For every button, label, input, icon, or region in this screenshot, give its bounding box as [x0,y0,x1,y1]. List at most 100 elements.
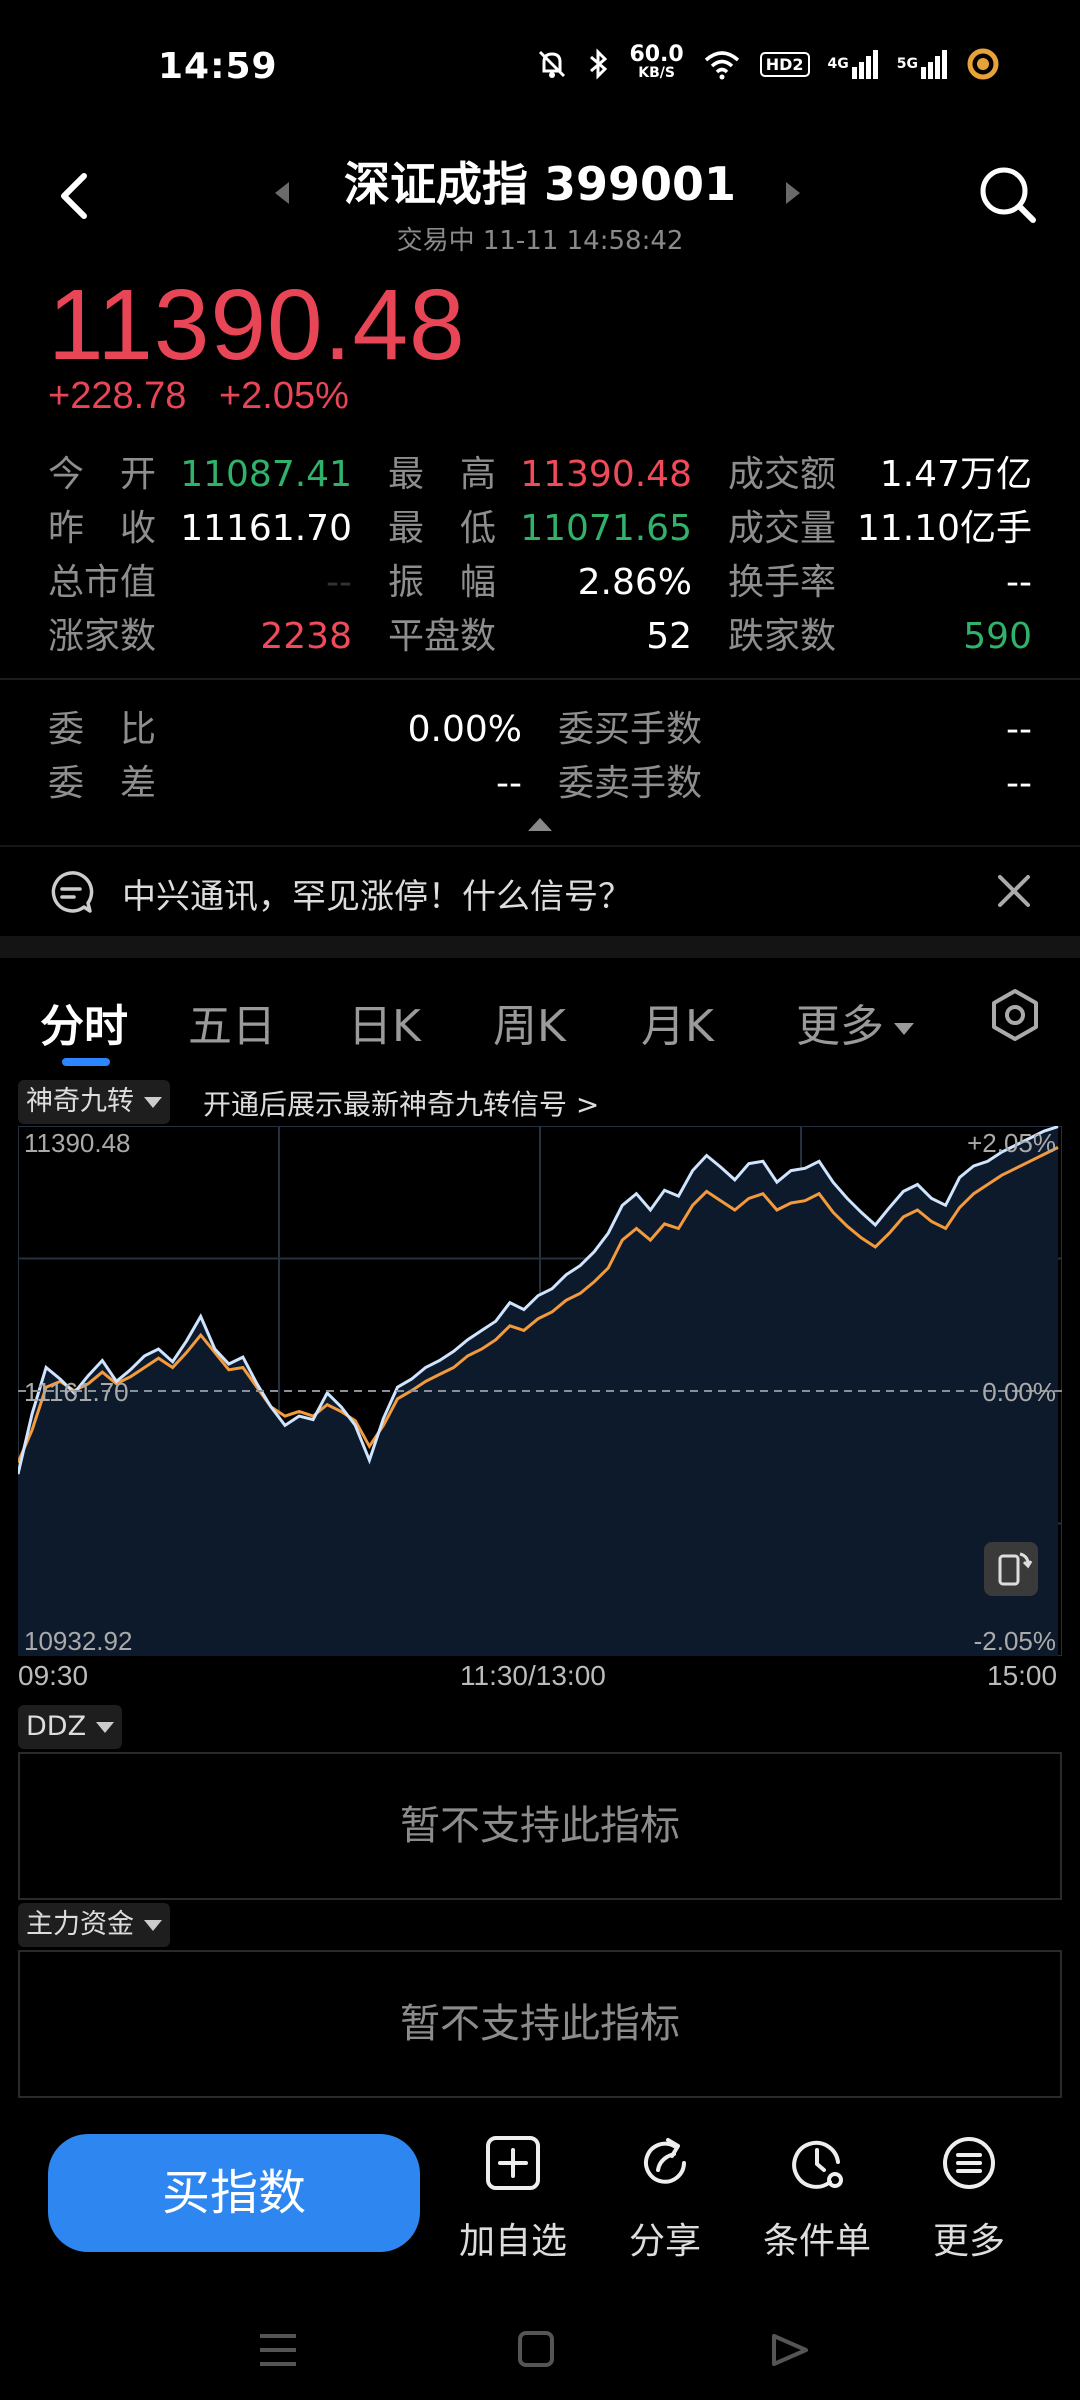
news-banner[interactable]: 中兴通讯，罕见涨停！什么信号？ [0,845,1080,937]
section-separator [0,936,1080,958]
price-change: +228.78 +2.05% [48,375,371,418]
page-title: 深证成指 399001 [343,157,737,211]
market-cap-label: 总市值 [48,562,157,603]
main-funds-selector[interactable]: 主力资金 [18,1903,170,1947]
chart-settings-button[interactable] [988,988,1042,1042]
menu-nav-icon[interactable] [260,2334,296,2366]
tab-monthly-k[interactable]: 月K [641,990,714,1054]
high-value: 11390.48 [520,454,692,495]
main-funds-panel: 暂不支持此指标 [18,1950,1062,2098]
up-count-label: 涨家数 [48,616,157,657]
indicator-hint-link[interactable]: 开通后展示最新神奇九转信号 > [203,1083,599,1123]
tab-weekly-k[interactable]: 周K [493,990,566,1054]
mute-icon [535,47,569,81]
back-nav-icon[interactable] [772,2334,808,2366]
chevron-down-icon [144,1097,162,1108]
status-bar: 14:59 60.0 KB/S HD2 4G 5G [0,0,1080,140]
chat-bubble-icon [48,869,94,915]
indicator-selector[interactable]: 神奇九转 [18,1080,170,1124]
menu-circle-icon [938,2132,1000,2194]
signal-icon-4g: 4G [828,49,879,79]
ddz-selector-label: DDZ [26,1711,87,1742]
close-icon [998,875,1030,907]
hexagon-settings-icon [992,989,1038,1041]
change-percent: +2.05% [218,375,349,417]
clock-icon [786,2132,848,2194]
commit-diff-label: 委 差 [48,763,157,804]
y-axis-top-label: 11390.48 [24,1128,131,1158]
commit-ratio-label: 委 比 [48,709,157,750]
current-price: 11390.48 [48,269,466,381]
hd-badge: HD2 [759,51,810,77]
main-funds-selector-label: 主力资金 [26,1909,134,1940]
close-news-button[interactable] [996,873,1032,909]
high-label: 最 高 [388,454,497,495]
turnover-value: -- [1006,562,1032,603]
tab-more-label: 更多 [796,1001,884,1052]
next-stock-button[interactable] [786,182,800,204]
status-time: 14:59 [158,46,278,87]
commit-buy-label: 委买手数 [558,709,703,750]
commit-sell-value: -- [1006,763,1032,804]
tab-more[interactable]: 更多 [796,990,914,1054]
low-value: 11071.65 [520,508,692,549]
more-button[interactable]: 更多 [904,2132,1034,2264]
commit-sell-label: 委卖手数 [558,763,703,804]
ddz-panel: 暂不支持此指标 [18,1752,1062,1900]
home-nav-icon[interactable] [518,2331,554,2367]
chevron-down-icon [894,1023,914,1035]
change-amount: +228.78 [48,375,187,417]
x-axis-mid-label: 11:30/13:00 [460,1660,606,1691]
chevron-down-icon [144,1920,162,1931]
net-speed: 60.0 KB/S [629,42,684,82]
prev-close-value: 11161.70 [180,508,352,549]
low-label: 最 低 [388,508,497,549]
share-icon [634,2132,696,2194]
wifi-icon [702,48,742,80]
chevron-down-icon [96,1722,115,1733]
prev-close-label: 昨 收 [48,508,157,549]
commit-buy-value: -- [1006,709,1032,750]
turnover-label: 换手率 [728,562,837,603]
tab-intraday[interactable]: 分时 [40,990,128,1054]
intraday-chart-svg [16,1125,1063,1657]
title-block: 深证成指 399001 交易中 11-11 14:58:42 [0,148,1080,257]
add-square-icon [482,2132,544,2194]
add-watchlist-button[interactable]: 加自选 [448,2132,578,2264]
pct-axis-mid-label: 0.00% [982,1377,1056,1407]
search-button[interactable] [975,162,1039,226]
y-axis-bottom-label: 10932.92 [24,1626,133,1656]
down-count-value: 590 [963,616,1032,657]
ddz-selector[interactable]: DDZ [18,1705,123,1749]
share-button[interactable]: 分享 [600,2132,730,2264]
up-count-value: 2238 [260,616,352,657]
bluetooth-icon [587,47,611,81]
volume-label: 成交量 [728,508,837,549]
intraday-chart[interactable]: 11390.48 11161.70 10932.92 +2.05% 0.00% … [16,1125,1063,1657]
condition-order-label: 条件单 [762,2221,871,2262]
condition-order-button[interactable]: 条件单 [752,2132,882,2264]
add-watchlist-label: 加自选 [458,2221,567,2262]
tab-daily-k[interactable]: 日K [348,990,421,1054]
pct-axis-top-label: +2.05% [967,1128,1056,1158]
rotate-screen-button[interactable] [984,1542,1038,1596]
amount-value: 1.47万亿 [879,454,1032,495]
indicator-selector-label: 神奇九转 [26,1086,134,1117]
pct-axis-bottom-label: -2.05% [973,1626,1056,1656]
signal-icon-5g: 5G [897,49,948,79]
news-headline: 中兴通讯，罕见涨停！什么信号？ [122,877,632,917]
flat-count-label: 平盘数 [388,616,497,657]
x-axis-start-label: 09:30 [18,1660,89,1691]
amplitude-label: 振 幅 [388,562,497,603]
tab-five-day[interactable]: 五日 [188,990,276,1054]
chart-period-tabs: 分时 五日 日K 周K 月K 更多 [0,960,1080,1070]
system-nav-bar [0,2310,1080,2400]
open-value: 11087.41 [180,454,352,495]
header: 深证成指 399001 交易中 11-11 14:58:42 [0,140,1080,260]
commit-ratio-value: 0.00% [407,709,522,750]
stats-divider [0,678,1080,680]
buy-index-button[interactable]: 买指数 [48,2134,420,2252]
trade-status: 交易中 11-11 14:58:42 [396,226,684,256]
more-label: 更多 [932,2221,1005,2262]
collapse-stats-button[interactable] [528,818,552,831]
